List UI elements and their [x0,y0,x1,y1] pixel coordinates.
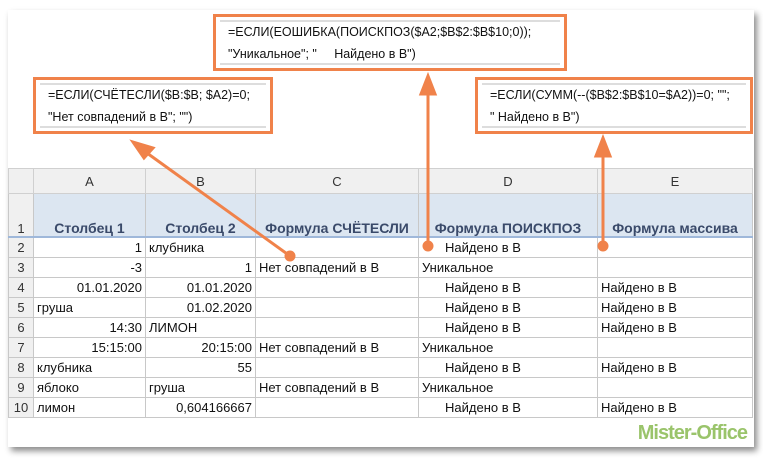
arrow-dot [422,240,434,252]
arrow-countif [139,146,291,258]
arrow-dot [597,240,609,252]
arrowhead-icon [593,133,613,158]
arrow-dot [284,250,296,262]
mister-office-logo: Mister-Office [637,422,748,444]
arrows [129,71,613,262]
arrowhead-icon [418,71,438,96]
